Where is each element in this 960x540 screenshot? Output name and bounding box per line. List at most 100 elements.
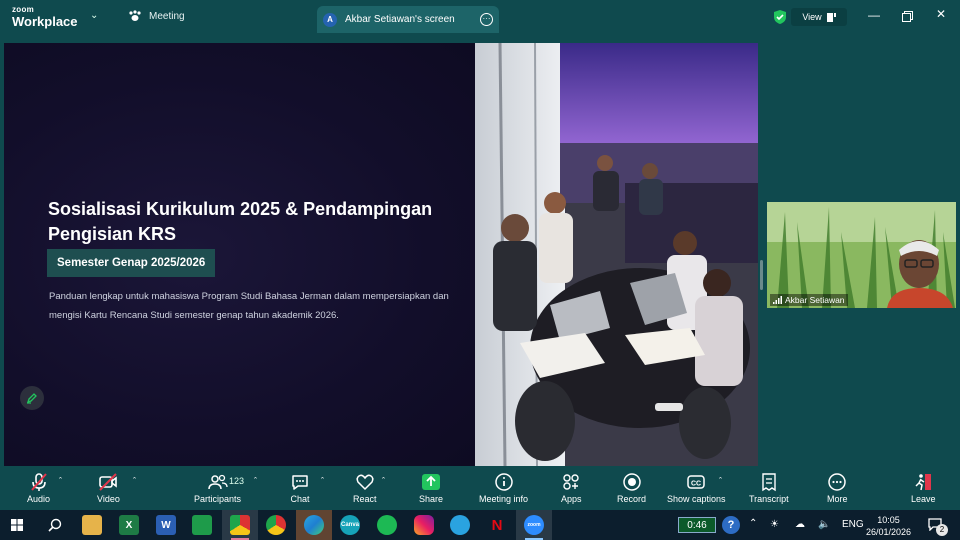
slide-description: Panduan lengkap untuk mahasiswa Program … xyxy=(49,291,449,321)
clock-time: 10:05 xyxy=(877,515,900,525)
telegram-icon[interactable] xyxy=(450,515,470,535)
participant-video-frame xyxy=(767,202,956,308)
share-button[interactable]: Share xyxy=(419,472,443,504)
video-options-caret-icon[interactable]: ˆ xyxy=(133,476,136,486)
apps-button[interactable]: Apps xyxy=(561,472,582,504)
chat-button[interactable]: Chat xyxy=(290,472,310,504)
audio-label: Audio xyxy=(27,494,51,504)
instagram-icon[interactable] xyxy=(414,515,434,535)
avatar: A xyxy=(323,12,337,27)
pen-icon xyxy=(26,393,37,404)
transcript-button[interactable]: Transcript xyxy=(749,472,789,504)
chat-options-caret-icon[interactable]: ˆ xyxy=(321,476,324,486)
more-options-icon[interactable]: ··· xyxy=(480,13,493,26)
video-label: Video xyxy=(97,494,120,504)
captions-icon: CC xyxy=(687,475,706,489)
leave-icon xyxy=(915,474,932,491)
minimize-icon[interactable]: — xyxy=(868,8,880,22)
hidden-icons-chevron-icon[interactable]: ⌃ xyxy=(749,518,757,529)
close-icon[interactable]: ✕ xyxy=(936,7,946,21)
captions-options-caret-icon[interactable]: ˆ xyxy=(719,476,722,486)
system-clock[interactable]: 10:05 26/01/2026 xyxy=(866,514,911,538)
photo-illustration xyxy=(475,43,758,466)
canva-icon[interactable]: Canva xyxy=(340,515,360,535)
netflix-icon[interactable]: N xyxy=(487,515,507,535)
react-options-caret-icon[interactable]: ˆ xyxy=(382,476,385,486)
apps-label: Apps xyxy=(561,494,582,504)
annotate-pen-button[interactable] xyxy=(20,386,44,410)
share-screen-icon xyxy=(422,474,441,490)
view-layout-icon xyxy=(826,12,836,22)
panel-resize-handle[interactable] xyxy=(760,260,763,290)
paw-icon xyxy=(129,10,141,21)
chevron-down-icon[interactable]: ⌄ xyxy=(90,10,98,21)
more-button[interactable]: More xyxy=(827,472,848,504)
show-captions-button[interactable]: CC Show captions xyxy=(667,472,726,504)
view-label: View xyxy=(802,12,822,22)
participants-count: 123 xyxy=(229,476,245,486)
clock-date: 26/01/2026 xyxy=(866,527,912,537)
heart-icon xyxy=(356,474,374,491)
tab-shared-screen[interactable]: A Akbar Setiawan's screen ··· xyxy=(317,6,499,33)
edge-icon[interactable] xyxy=(304,515,324,535)
participant-name-label: Akbar Setiawan xyxy=(770,294,848,306)
students-studying-photo xyxy=(475,43,758,466)
slide-text-panel: Sosialisasi Kurikulum 2025 & Pendampinga… xyxy=(4,43,475,466)
help-icon[interactable]: ? xyxy=(722,516,740,534)
volume-icon[interactable]: 🔈 xyxy=(818,519,830,530)
logo-brand-top: zoom xyxy=(12,5,35,14)
audio-button[interactable]: Audio xyxy=(27,472,50,504)
restore-icon[interactable] xyxy=(902,11,913,22)
chrome-icon[interactable] xyxy=(266,515,286,535)
chrome-profile-icon[interactable] xyxy=(230,515,250,535)
react-button[interactable]: React xyxy=(353,472,377,504)
view-button[interactable]: View xyxy=(791,8,847,26)
transcript-icon xyxy=(762,473,776,492)
signal-strength-icon xyxy=(773,296,782,304)
record-label: Record xyxy=(617,494,647,504)
title-bar: zoom Workplace ⌄ Meeting A Akbar Setiawa… xyxy=(0,0,960,34)
participant-video-tile[interactable]: Akbar Setiawan xyxy=(767,202,956,308)
meeting-tab[interactable]: Meeting xyxy=(128,10,185,22)
meeting-info-button[interactable]: Meeting info xyxy=(479,472,528,504)
svg-text:CC: CC xyxy=(691,481,701,488)
show-captions-label: Show captions xyxy=(667,494,726,504)
windows-taskbar: X W Canva N zoom 0:46 ? ⌃ ☀ ☁ 🔈 ENG 10:0… xyxy=(0,510,960,540)
zoom-workplace-logo[interactable]: zoom Workplace xyxy=(12,5,78,29)
participant-name: Akbar Setiawan xyxy=(785,295,845,305)
semester-badge: Semester Genap 2025/2026 xyxy=(47,249,216,277)
search-icon[interactable] xyxy=(48,518,62,532)
word-icon[interactable]: W xyxy=(156,515,176,535)
participants-options-caret-icon[interactable]: ˆ xyxy=(254,476,257,486)
zoom-app-icon[interactable]: zoom xyxy=(524,515,544,535)
participants-label: Participants xyxy=(194,494,242,504)
google-classroom-icon[interactable] xyxy=(192,515,212,535)
audio-options-caret-icon[interactable]: ˆ xyxy=(59,476,62,486)
more-dots-icon xyxy=(828,473,846,491)
file-explorer-icon[interactable] xyxy=(82,515,102,535)
record-icon xyxy=(622,473,641,491)
notification-count-badge: 2 xyxy=(936,524,948,536)
security-shield-icon[interactable] xyxy=(773,9,787,25)
spotify-icon[interactable] xyxy=(377,515,397,535)
record-button[interactable]: Record xyxy=(617,472,646,504)
meeting-controls-bar: Audio ˆ Video ˆ Participants 123 ˆ Chat … xyxy=(0,466,960,510)
meeting-info-label: Meeting info xyxy=(479,494,529,504)
network-icon[interactable]: ☀ xyxy=(770,519,779,530)
windows-start-icon[interactable] xyxy=(11,519,23,531)
recording-timer[interactable]: 0:46 xyxy=(678,517,716,533)
video-button[interactable]: Video xyxy=(97,472,120,504)
leave-label: Leave xyxy=(911,494,936,504)
shared-screen-view[interactable]: Sosialisasi Kurikulum 2025 & Pendampinga… xyxy=(4,43,758,466)
language-indicator[interactable]: ENG xyxy=(842,519,864,530)
cloud-sync-icon[interactable]: ☁ xyxy=(795,519,805,530)
logo-brand-bottom: Workplace xyxy=(12,14,78,29)
share-label: Share xyxy=(419,494,444,504)
more-label: More xyxy=(827,494,848,504)
react-label: React xyxy=(353,494,377,504)
chat-bubble-icon xyxy=(292,475,308,490)
info-icon xyxy=(494,473,513,491)
excel-icon[interactable]: X xyxy=(119,515,139,535)
screen-tab-title: Akbar Setiawan's screen xyxy=(345,14,455,25)
leave-button[interactable]: Leave xyxy=(911,472,936,504)
